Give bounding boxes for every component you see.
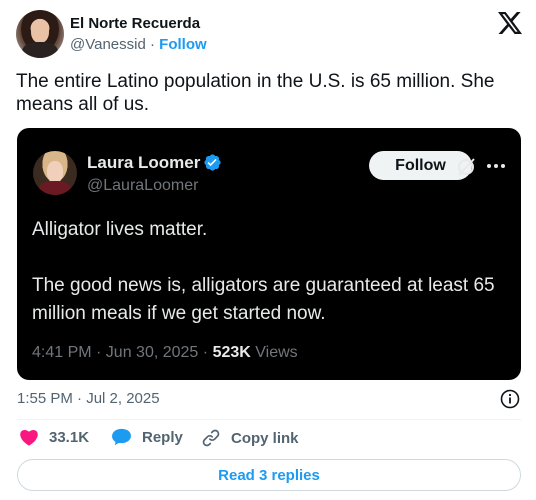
- tweet-text: The entire Latino population in the U.S.…: [16, 71, 495, 115]
- divider: [17, 419, 521, 420]
- like-count: 33.1K: [49, 428, 90, 446]
- quoted-timestamp[interactable]: 4:41 PM · Jun 30, 2025 ·: [32, 344, 208, 361]
- quoted-avatar-body: [39, 181, 71, 195]
- quoted-avatar-face: [47, 161, 63, 183]
- quoted-paragraph: The good news is, alligators are guarant…: [32, 275, 495, 324]
- like-button[interactable]: 33.1K: [19, 428, 89, 446]
- quoted-author-avatar[interactable]: [33, 151, 77, 195]
- verified-badge-icon: [204, 154, 221, 171]
- author-avatar[interactable]: [16, 10, 64, 58]
- grok-icon[interactable]: [455, 156, 477, 178]
- x-logo-icon[interactable]: [498, 12, 522, 34]
- author-handle[interactable]: @Vanessid: [70, 36, 146, 53]
- avatar-body: [22, 42, 58, 58]
- more-options-icon[interactable]: [485, 160, 507, 172]
- reply-label: Reply: [142, 428, 183, 446]
- copy-link-label: Copy link: [231, 429, 299, 447]
- tweet-timestamp[interactable]: 1:55 PM · Jul 2, 2025: [17, 390, 160, 407]
- views-count: 523K: [212, 344, 251, 361]
- copy-link-button[interactable]: Copy link: [201, 428, 299, 448]
- reply-bubble-icon: [112, 428, 131, 446]
- reply-button[interactable]: Reply: [111, 428, 183, 446]
- tweet-header: El Norte Recuerda @Vanessid · Follow: [16, 10, 522, 60]
- handle-separator: ·: [150, 36, 155, 53]
- views-label: Views: [255, 344, 298, 361]
- quoted-paragraph: Alligator lives matter.: [32, 219, 208, 240]
- quoted-tweet-text: Alligator lives matter. The good news is…: [32, 216, 512, 356]
- read-replies-button[interactable]: Read 3 replies: [17, 459, 521, 491]
- action-bar: 33.1K Reply Copy link: [17, 428, 521, 450]
- quoted-tweet-card[interactable]: Laura Loomer @LauraLoomer Follow Alligat…: [17, 128, 521, 380]
- heart-icon: [20, 429, 38, 446]
- quoted-author-name[interactable]: Laura Loomer: [87, 153, 200, 173]
- quoted-tweet-meta: 4:41 PM · Jun 30, 2025 · 523K Views: [32, 344, 298, 362]
- quoted-author-handle[interactable]: @LauraLoomer: [87, 177, 198, 195]
- author-display-name[interactable]: El Norte Recuerda: [70, 15, 200, 32]
- follow-link[interactable]: Follow: [159, 36, 207, 53]
- avatar-face: [31, 19, 49, 43]
- author-handle-row: @Vanessid · Follow: [70, 36, 207, 53]
- link-icon: [202, 429, 220, 447]
- info-icon[interactable]: [500, 389, 520, 409]
